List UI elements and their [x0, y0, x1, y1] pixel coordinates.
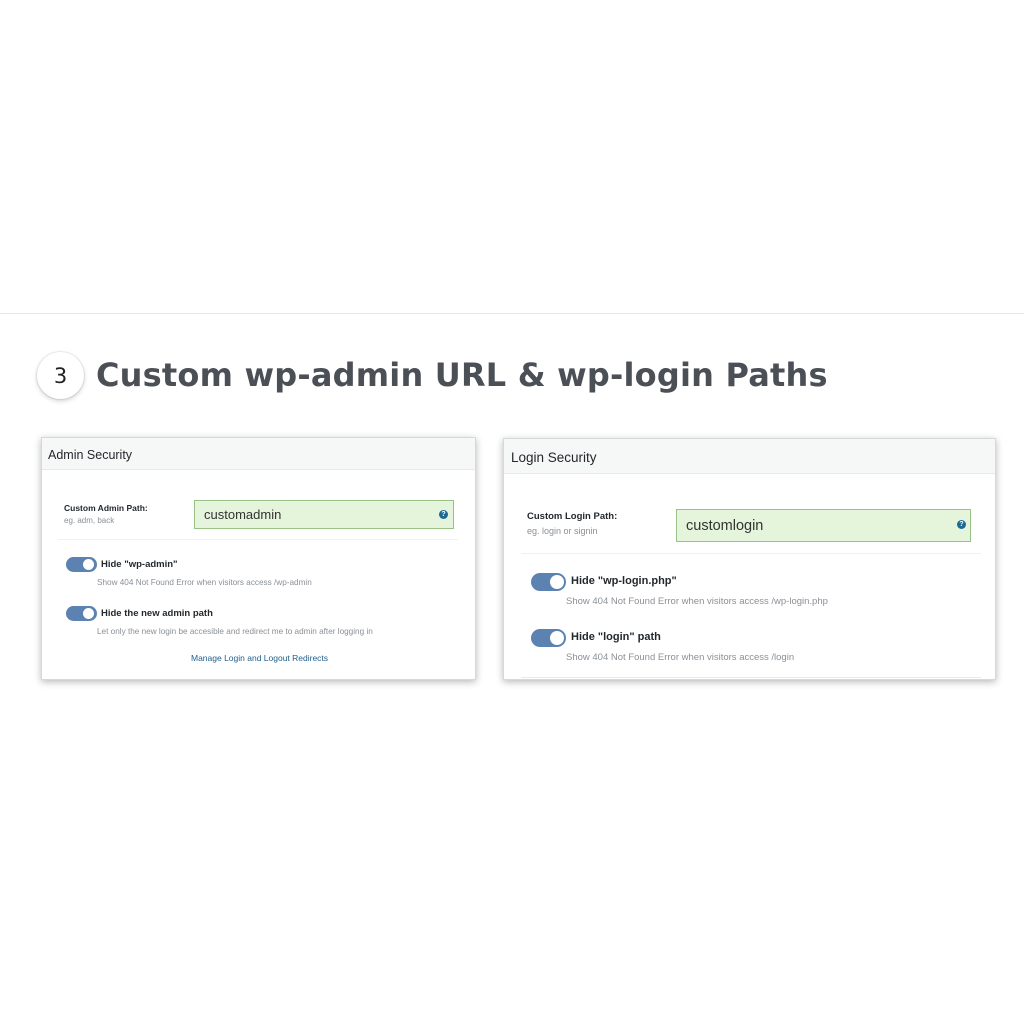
admin-security-panel: Admin Security Custom Admin Path: eg. ad…	[41, 437, 476, 680]
question-icon[interactable]: ?	[439, 510, 448, 519]
hide-wp-login-php-description: Show 404 Not Found Error when visitors a…	[566, 596, 828, 607]
hide-wp-admin-description: Show 404 Not Found Error when visitors a…	[97, 578, 312, 587]
step-number-badge: 3	[37, 352, 84, 399]
custom-login-path-label: Custom Login Path:	[527, 511, 618, 522]
custom-admin-path-label: Custom Admin Path:	[64, 503, 148, 513]
panel-bottom-divider	[521, 677, 981, 678]
admin-security-title: Admin Security	[42, 438, 475, 470]
hide-wp-admin-toggle[interactable]	[66, 557, 97, 572]
section-heading: Custom wp-admin URL & wp-login Paths	[96, 356, 828, 394]
custom-admin-path-hint: eg. adm, back	[64, 516, 115, 525]
custom-admin-path-input[interactable]: customadmin ?	[194, 500, 454, 529]
manage-redirects-link[interactable]: Manage Login and Logout Redirects	[191, 653, 328, 663]
custom-login-path-input[interactable]: customlogin ?	[676, 509, 971, 542]
toggle-knob	[550, 575, 564, 589]
toggle-knob	[83, 608, 94, 619]
custom-login-path-value: customlogin	[686, 517, 764, 534]
section-divider	[0, 313, 1024, 314]
login-security-panel: Login Security Custom Login Path: eg. lo…	[503, 438, 996, 680]
toggle-knob	[83, 559, 94, 570]
login-security-title: Login Security	[504, 439, 995, 474]
hide-login-path-title: Hide "login" path	[571, 631, 661, 643]
hide-login-path-toggle[interactable]	[531, 629, 566, 647]
hide-wp-login-php-toggle[interactable]	[531, 573, 566, 591]
custom-admin-path-row: Custom Admin Path: eg. adm, back customa…	[58, 490, 458, 540]
toggle-knob	[550, 631, 564, 645]
hide-new-admin-path-toggle[interactable]	[66, 606, 97, 621]
hide-wp-admin-title: Hide "wp-admin"	[101, 559, 178, 570]
hide-new-admin-path-description: Let only the new login be accesible and …	[97, 627, 373, 636]
question-icon[interactable]: ?	[957, 520, 966, 529]
hide-wp-login-php-title: Hide "wp-login.php"	[571, 575, 677, 587]
custom-admin-path-value: customadmin	[204, 507, 282, 522]
custom-login-path-hint: eg. login or signin	[527, 526, 598, 536]
custom-login-path-row: Custom Login Path: eg. login or signin c…	[521, 499, 981, 554]
hide-login-path-description: Show 404 Not Found Error when visitors a…	[566, 652, 795, 663]
hide-new-admin-path-title: Hide the new admin path	[101, 608, 213, 619]
